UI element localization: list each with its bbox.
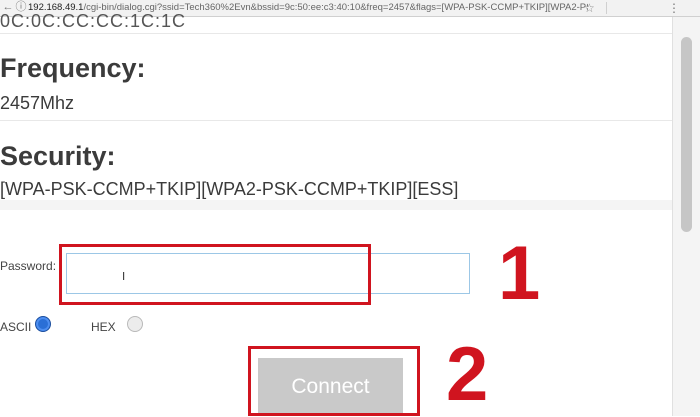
divider xyxy=(0,120,672,121)
connect-button[interactable]: Connect xyxy=(258,358,403,416)
ascii-radio[interactable] xyxy=(35,316,51,332)
security-heading: Security: xyxy=(0,141,116,171)
ascii-label: ASCII xyxy=(0,320,32,334)
password-label: Password: xyxy=(0,259,57,273)
star-icon[interactable]: ☆ xyxy=(584,0,595,16)
password-input[interactable] xyxy=(66,253,470,294)
security-value: [WPA-PSK-CCMP+TKIP][WPA2-PSK-CCMP+TKIP][… xyxy=(0,179,459,199)
bssid-value: 0C:0C:CC:CC:1C:1C xyxy=(0,11,187,31)
hex-radio[interactable] xyxy=(127,316,143,332)
scrollbar-thumb[interactable] xyxy=(681,37,692,232)
hex-label: HEX xyxy=(91,320,116,334)
step-1-number: 1 xyxy=(498,231,541,316)
divider xyxy=(0,33,672,34)
toolbar-divider xyxy=(606,2,607,14)
frequency-value: 2457Mhz xyxy=(0,93,75,113)
scrollbar[interactable] xyxy=(672,17,700,416)
page-content: 0C:0C:CC:CC:1C:1C Frequency: 2457Mhz Sec… xyxy=(0,11,672,416)
section-separator xyxy=(0,200,672,210)
step-2-number: 2 xyxy=(446,332,489,417)
more-vert-icon[interactable]: ⋮ xyxy=(668,0,680,16)
frequency-heading: Frequency: xyxy=(0,53,146,83)
text-cursor-icon: Ⅰ xyxy=(122,271,126,283)
